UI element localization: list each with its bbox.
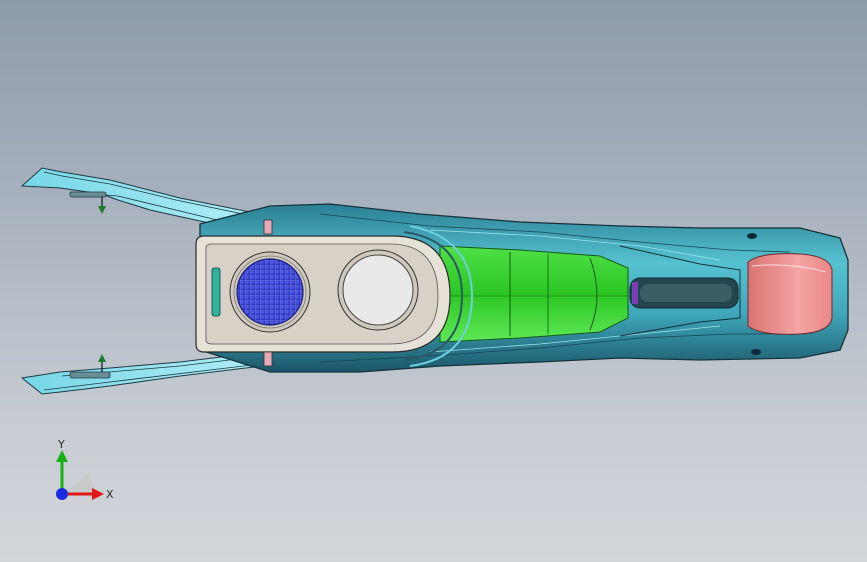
- y-axis-label: Y: [57, 438, 65, 451]
- armrest-end-cap[interactable]: [747, 253, 833, 335]
- storage-tray[interactable]: [439, 245, 629, 343]
- lower-clip: [263, 351, 273, 367]
- console-slot: [629, 277, 739, 309]
- upper-pin-icon: [69, 191, 107, 214]
- cupholder-right[interactable]: [337, 249, 419, 331]
- cupholder-left[interactable]: [229, 251, 311, 333]
- console-model[interactable]: [0, 0, 867, 562]
- z-axis-dot: [56, 488, 68, 500]
- axis-triad-icon: Y X: [56, 438, 114, 501]
- x-axis-label: X: [106, 488, 114, 501]
- lower-pin-icon: [69, 354, 111, 379]
- trim-strip: [211, 267, 221, 317]
- upper-clip: [263, 219, 273, 235]
- graphics-viewport[interactable]: Y X: [0, 0, 867, 562]
